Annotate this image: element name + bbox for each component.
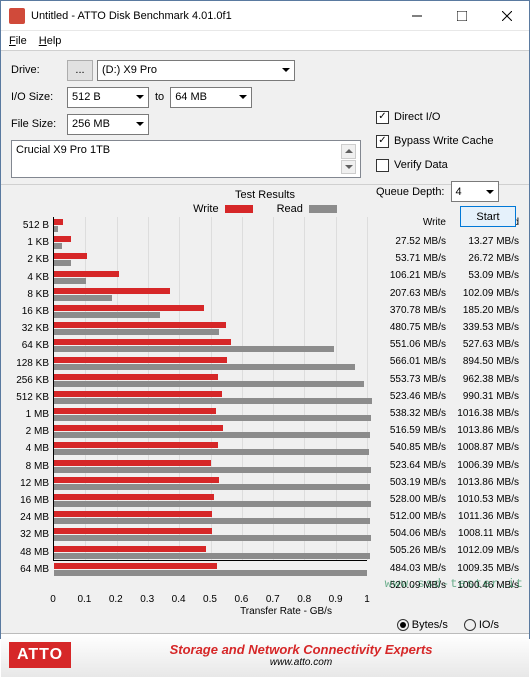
results-panel: Test Results Write Read 512 B1 KB2 KB4 K… — [1, 185, 529, 633]
to-label: to — [155, 91, 164, 103]
scrollbar[interactable] — [341, 144, 356, 174]
drive-label: Drive: — [11, 64, 67, 76]
chevron-down-icon — [136, 95, 144, 99]
watermark: www.ssd-tester.it — [385, 577, 524, 591]
close-button[interactable] — [484, 1, 529, 30]
data-table: WriteRead 27.52 MB/s13.27 MB/s53.71 MB/s… — [367, 217, 519, 594]
direct-io-checkbox[interactable]: Direct I/O — [376, 109, 516, 125]
footer: ATTO Storage and Network Connectivity Ex… — [1, 633, 529, 677]
unit-selector: Bytes/s IO/s — [11, 617, 519, 633]
scroll-up-icon[interactable] — [341, 144, 356, 159]
scroll-down-icon[interactable] — [341, 160, 356, 175]
chevron-down-icon — [486, 190, 494, 194]
legend-write: Write — [193, 203, 252, 215]
verify-data-checkbox[interactable]: Verify Data — [376, 157, 516, 173]
footer-tagline: Storage and Network Connectivity Experts — [81, 642, 521, 657]
io-to-select[interactable]: 64 MB — [170, 87, 252, 108]
io-size-label: I/O Size: — [11, 91, 67, 103]
menubar: File Help — [1, 31, 529, 51]
browse-button[interactable]: ... — [67, 60, 93, 81]
maximize-button[interactable] — [439, 1, 484, 30]
start-button[interactable]: Start — [460, 206, 516, 227]
device-name: Crucial X9 Pro 1TB — [16, 144, 110, 174]
queue-depth-label: Queue Depth: — [376, 186, 445, 198]
minimize-button[interactable] — [394, 1, 439, 30]
y-axis-labels: 512 B1 KB2 KB4 KB8 KB16 KB32 KB64 KB128 … — [11, 217, 53, 594]
radio-icon — [397, 619, 409, 631]
footer-url: www.atto.com — [81, 657, 521, 668]
app-icon — [9, 8, 25, 24]
form-panel: Drive: ... (D:) X9 Pro I/O Size: 512 B t… — [1, 51, 529, 185]
file-size-label: File Size: — [11, 118, 67, 130]
bar-chart — [53, 217, 367, 561]
x-axis-label: Transfer Rate - GB/s — [53, 606, 519, 617]
checkbox-icon — [376, 135, 389, 148]
checkbox-icon — [376, 159, 389, 172]
file-size-select[interactable]: 256 MB — [67, 114, 149, 135]
bypass-cache-checkbox[interactable]: Bypass Write Cache — [376, 133, 516, 149]
device-listbox[interactable]: Crucial X9 Pro 1TB — [11, 140, 361, 178]
titlebar: Untitled - ATTO Disk Benchmark 4.01.0f1 — [1, 1, 529, 31]
window-title: Untitled - ATTO Disk Benchmark 4.01.0f1 — [31, 10, 394, 22]
radio-icon — [464, 619, 476, 631]
bytes-radio[interactable]: Bytes/s — [397, 619, 448, 631]
menu-file[interactable]: File — [9, 35, 27, 47]
chevron-down-icon — [136, 122, 144, 126]
options-panel: Direct I/O Bypass Write Cache Verify Dat… — [376, 109, 516, 227]
chevron-down-icon — [282, 68, 290, 72]
atto-logo: ATTO — [9, 642, 71, 668]
drive-select[interactable]: (D:) X9 Pro — [97, 60, 295, 81]
ios-radio[interactable]: IO/s — [464, 619, 499, 631]
chevron-down-icon — [239, 95, 247, 99]
io-from-select[interactable]: 512 B — [67, 87, 149, 108]
queue-depth-select[interactable]: 4 — [451, 181, 499, 202]
checkbox-icon — [376, 111, 389, 124]
menu-help[interactable]: Help — [39, 35, 62, 47]
legend-read: Read — [277, 203, 337, 215]
x-axis-ticks: 00.10.20.30.40.50.60.70.80.91 — [53, 594, 519, 606]
